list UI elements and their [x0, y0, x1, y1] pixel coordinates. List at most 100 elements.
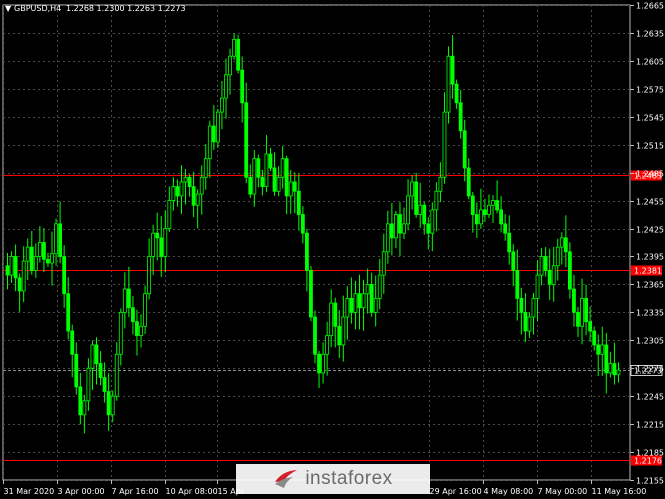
candle-body	[531, 297, 536, 318]
y-tick-label: 1.2665	[636, 2, 664, 11]
candle-body	[21, 260, 26, 292]
y-tick-label: 1.2515	[636, 142, 664, 151]
level-tag-label: 1.2176	[634, 457, 662, 466]
candle-body	[50, 253, 54, 264]
candle-body	[414, 181, 419, 215]
candle-body	[167, 200, 172, 229]
candle-body	[612, 363, 617, 376]
y-tick-label: 1.2545	[636, 114, 664, 123]
y-tick-label: 1.2425	[636, 226, 664, 235]
candle-body	[418, 204, 423, 215]
y-tick-label: 1.2335	[636, 309, 664, 318]
level-tag-label: 1.2381	[634, 267, 662, 276]
candle-body	[446, 55, 451, 113]
candle-body	[78, 386, 83, 416]
candle-body	[345, 297, 350, 318]
candle-body	[62, 256, 67, 295]
candle-body	[232, 39, 236, 57]
candle-body	[361, 293, 366, 309]
candle-body	[462, 130, 467, 169]
candle-body	[25, 246, 30, 262]
candle-body	[106, 391, 111, 416]
candle-body	[54, 223, 58, 255]
candle-body	[491, 200, 495, 206]
candle-body	[143, 293, 147, 327]
candle-body	[33, 256, 38, 271]
candle-body	[349, 297, 354, 313]
x-tick-label: 10 Apr 08:00	[166, 487, 218, 496]
y-tick-label: 1.2365	[636, 281, 664, 290]
y-tick-label: 1.2305	[636, 337, 664, 346]
candle-body	[114, 353, 119, 397]
candle-body	[458, 102, 463, 132]
candle-body	[394, 214, 398, 239]
candle-body	[478, 209, 483, 225]
candle-body	[616, 369, 621, 376]
candle-body	[402, 223, 406, 234]
candle-body	[507, 232, 512, 253]
candle-body	[163, 228, 168, 257]
candle-body	[74, 353, 79, 388]
candle-body	[272, 167, 277, 192]
candle-body	[559, 237, 564, 248]
candle-body	[296, 190, 301, 215]
header-arrow-icon[interactable]: ▼	[5, 4, 12, 13]
candle-body	[215, 111, 220, 143]
candle-body	[466, 167, 471, 197]
candle-body	[547, 270, 552, 285]
candle-body	[224, 74, 228, 99]
candle-body	[276, 176, 281, 192]
candle-body	[600, 344, 605, 355]
y-tick-label: 1.2605	[636, 58, 664, 67]
candle-body	[317, 353, 321, 374]
candle-body	[596, 344, 601, 355]
candle-body	[256, 158, 261, 178]
candle-body	[503, 223, 508, 234]
candle-body	[300, 214, 305, 234]
candle-body	[220, 97, 224, 113]
y-tick-label: 1.2185	[636, 449, 664, 458]
candle-body	[264, 153, 269, 188]
candle-body	[248, 176, 253, 195]
candle-body	[470, 195, 475, 215]
candle-body	[572, 288, 576, 313]
candle-body	[495, 200, 499, 211]
candle-body	[422, 204, 427, 225]
candle-body	[260, 176, 265, 188]
ohlc-readout: 1.2268 1.2300 1.2263 1.2273	[66, 4, 186, 13]
candle-body	[527, 316, 532, 332]
candle-body	[539, 256, 544, 276]
candle-body	[126, 288, 131, 309]
candle-body	[42, 242, 46, 260]
candle-body	[406, 195, 410, 225]
price-chart: 1.24831.23811.21761.2273 1.21551.21851.2…	[0, 0, 665, 499]
candle-body	[292, 181, 297, 192]
candle-body	[191, 186, 196, 206]
candle-body	[568, 251, 572, 290]
y-tick-label: 1.2395	[636, 253, 664, 262]
candle-body	[434, 190, 439, 211]
candle-body	[240, 69, 245, 104]
candle-body	[280, 158, 285, 178]
candle-body	[139, 325, 143, 337]
candle-body	[70, 330, 75, 355]
candle-body	[118, 311, 123, 355]
candle-body	[365, 284, 370, 295]
chart-header: ▼ GBPUSD,H4 1.2268 1.2300 1.2263 1.2273	[5, 4, 186, 13]
y-tick-label: 1.2455	[636, 198, 664, 207]
candle-body	[252, 158, 257, 195]
x-tick-label: 3 Apr 00:00	[58, 487, 105, 496]
x-tick-label: 11 May 16:00	[592, 487, 647, 496]
candle-body	[515, 270, 520, 299]
candle-body	[499, 209, 504, 225]
candle-body	[474, 214, 479, 225]
y-tick-label: 1.2215	[636, 421, 664, 430]
candle-body	[321, 353, 325, 374]
candle-body	[236, 39, 241, 71]
candle-body	[357, 293, 362, 309]
x-tick-label: 29 Apr 16:00	[430, 487, 482, 496]
candle-body	[58, 223, 62, 257]
candle-body	[511, 251, 516, 271]
candle-body	[523, 311, 528, 332]
candle-body	[341, 316, 346, 346]
